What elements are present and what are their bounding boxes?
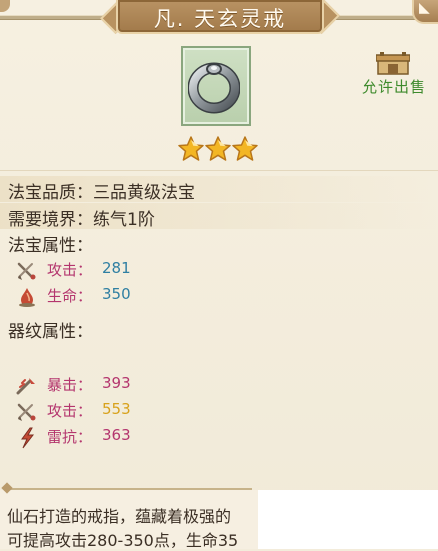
pattern-attack-label: 攻击：: [47, 402, 93, 420]
attack-icon: [17, 403, 36, 421]
pattern-attr-heading: 器纹属性：: [8, 322, 93, 342]
title-bar: 凡. 天玄灵戒 ◣: [0, 0, 438, 34]
corner-ornament: [0, 0, 10, 12]
health-icon: [19, 288, 35, 307]
ring-icon: [188, 62, 240, 114]
description-mask: [258, 490, 438, 549]
base-attack-value: 281: [102, 259, 131, 277]
divider: [0, 170, 438, 171]
pattern-crit-value: 393: [102, 374, 131, 392]
close-icon: ◣: [419, 0, 430, 16]
quality-value: 三品黄级法宝: [93, 183, 195, 203]
base-health-value: 350: [102, 285, 131, 303]
quality-row: 法宝品质：三品黄级法宝: [8, 178, 195, 203]
star-icon: [178, 136, 204, 161]
star-rating: [178, 136, 258, 164]
shop-icon[interactable]: [376, 52, 410, 76]
star-icon: [205, 136, 231, 161]
pattern-thunder-label: 雷抗：: [47, 428, 93, 446]
item-icon-frame[interactable]: [181, 46, 251, 126]
attack-icon: [17, 262, 36, 280]
description-line-2: 可提高攻击280-350点，生命35: [7, 531, 239, 550]
sell-permission-label: 允许出售: [362, 78, 427, 96]
description-rule: [6, 488, 252, 490]
item-title: 凡. 天玄灵戒: [153, 7, 287, 31]
base-health-label: 生命：: [47, 287, 93, 305]
base-attack-label: 攻击：: [47, 261, 93, 279]
realm-row: 需要境界：练气1阶: [8, 205, 155, 230]
pattern-attack-value: 553: [102, 400, 131, 418]
pattern-crit-label: 暴击：: [47, 376, 93, 394]
realm-value: 练气1阶: [93, 210, 155, 230]
description-line-1: 仙石打造的戒指，蕴藏着极强的: [7, 507, 232, 526]
crit-icon: [16, 378, 35, 395]
quality-key: 法宝品质：: [8, 183, 93, 203]
item-detail-panel: 凡. 天玄灵戒 ◣ 允许出售 法宝品质：三品黄级法宝 需要境界：练气1阶 法宝属…: [0, 0, 438, 550]
thunder-resist-icon: [21, 427, 35, 449]
pattern-thunder-value: 363: [102, 426, 131, 444]
star-icon: [232, 136, 258, 161]
realm-key: 需要境界：: [8, 210, 93, 230]
base-attr-heading: 法宝属性：: [8, 236, 93, 256]
